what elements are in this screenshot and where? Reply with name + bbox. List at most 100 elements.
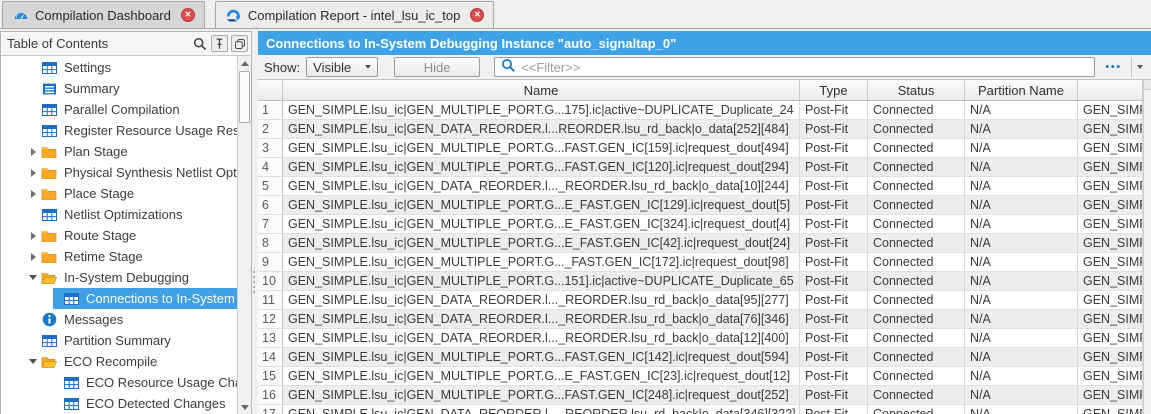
sidebar-item-parallel-compilation[interactable]: Parallel Compilation xyxy=(1,99,237,120)
table-scroll-up-icon[interactable] xyxy=(1144,80,1151,90)
table-row[interactable]: 2GEN_SIMPLE.lsu_ic|GEN_DATA_REORDER.l...… xyxy=(258,120,1143,139)
cell-type: Post-Fit xyxy=(800,158,868,176)
table-row[interactable]: 4GEN_SIMPLE.lsu_ic|GEN_MULTIPLE_PORT.G..… xyxy=(258,158,1143,177)
sidebar-item-settings[interactable]: Settings xyxy=(1,57,237,78)
cell-type: Post-Fit xyxy=(800,120,868,138)
sidebar-item-eco-recompile[interactable]: ECO Recompile xyxy=(1,351,237,372)
tab-label: Compilation Dashboard xyxy=(35,8,171,23)
chevron-down-icon[interactable] xyxy=(25,267,41,288)
table-of-contents-panel: Table of Contents SettingsSummaryParalle… xyxy=(0,31,252,414)
row-number: 10 xyxy=(258,272,283,290)
cell-status: Connected xyxy=(868,120,965,138)
toolbar-chevron-down-icon[interactable] xyxy=(1132,57,1148,77)
close-icon[interactable]: ✕ xyxy=(181,8,195,22)
table-row[interactable]: 1GEN_SIMPLE.lsu_ic|GEN_MULTIPLE_PORT.G..… xyxy=(258,101,1143,120)
sidebar-item-connections-to-in-system[interactable]: Connections to In-System xyxy=(1,288,237,309)
chevron-right-icon[interactable] xyxy=(25,162,41,183)
table-row[interactable]: 7GEN_SIMPLE.lsu_ic|GEN_MULTIPLE_PORT.G..… xyxy=(258,215,1143,234)
sidebar-item-route-stage[interactable]: Route Stage xyxy=(1,225,237,246)
float-window-icon[interactable] xyxy=(231,35,248,52)
chevron-right-icon[interactable] xyxy=(25,225,41,246)
cell-partition: N/A xyxy=(965,196,1078,214)
hide-button[interactable]: Hide xyxy=(394,57,480,77)
cell-partition: N/A xyxy=(965,405,1078,414)
sidebar-item-label: Netlist Optimizations xyxy=(64,207,182,222)
table-icon xyxy=(63,291,79,306)
sidebar-item-label: ECO Recompile xyxy=(64,354,157,369)
row-number: 17 xyxy=(258,405,283,414)
filter-input[interactable] xyxy=(521,60,1088,75)
search-icon[interactable] xyxy=(191,35,208,52)
table-row[interactable]: 9GEN_SIMPLE.lsu_ic|GEN_MULTIPLE_PORT.G..… xyxy=(258,253,1143,272)
sidebar-item-plan-stage[interactable]: Plan Stage xyxy=(1,141,237,162)
scroll-down-icon[interactable] xyxy=(238,400,251,414)
tab-compilation-report[interactable]: Compilation Report - intel_lsu_ic_top ✕ xyxy=(215,1,494,28)
show-filter-dropdown[interactable]: Visible xyxy=(306,57,378,77)
scroll-up-icon[interactable] xyxy=(238,56,251,70)
sidebar-item-label: Plan Stage xyxy=(64,144,128,159)
table-row[interactable]: 15GEN_SIMPLE.lsu_ic|GEN_MULTIPLE_PORT.G.… xyxy=(258,367,1143,386)
table-row[interactable]: 8GEN_SIMPLE.lsu_ic|GEN_MULTIPLE_PORT.G..… xyxy=(258,234,1143,253)
cell-partition: N/A xyxy=(965,386,1078,404)
table-row[interactable]: 13GEN_SIMPLE.lsu_ic|GEN_DATA_REORDER.l..… xyxy=(258,329,1143,348)
column-header-num[interactable] xyxy=(258,80,283,100)
sidebar-item-retime-stage[interactable]: Retime Stage xyxy=(1,246,237,267)
folder-icon xyxy=(41,186,57,201)
table-row[interactable]: 3GEN_SIMPLE.lsu_ic|GEN_MULTIPLE_PORT.G..… xyxy=(258,139,1143,158)
chevron-right-icon[interactable] xyxy=(25,141,41,162)
table-row[interactable]: 6GEN_SIMPLE.lsu_ic|GEN_MULTIPLE_PORT.G..… xyxy=(258,196,1143,215)
cell-partition: N/A xyxy=(965,291,1078,309)
close-icon[interactable]: ✕ xyxy=(470,8,484,22)
table-scrollbar[interactable] xyxy=(1143,80,1151,414)
sidebar-item-eco-detected-changes[interactable]: ECO Detected Changes xyxy=(1,393,237,414)
pin-icon[interactable] xyxy=(211,35,228,52)
row-number: 13 xyxy=(258,329,283,347)
cell-extra: GEN_SIMPl xyxy=(1078,101,1143,119)
cell-name: GEN_SIMPLE.lsu_ic|GEN_MULTIPLE_PORT.G...… xyxy=(283,367,800,385)
cell-name: GEN_SIMPLE.lsu_ic|GEN_MULTIPLE_PORT.G...… xyxy=(283,196,800,214)
row-number: 16 xyxy=(258,386,283,404)
row-number: 4 xyxy=(258,158,283,176)
table-row[interactable]: 12GEN_SIMPLE.lsu_ic|GEN_DATA_REORDER.l..… xyxy=(258,310,1143,329)
table-row[interactable]: 10GEN_SIMPLE.lsu_ic|GEN_MULTIPLE_PORT.G.… xyxy=(258,272,1143,291)
sidebar-item-partition-summary[interactable]: Partition Summary xyxy=(1,330,237,351)
cell-extra: GEN_SIMPl xyxy=(1078,405,1143,414)
scrollbar-thumb[interactable] xyxy=(239,71,250,123)
sidebar-scrollbar[interactable] xyxy=(237,56,251,414)
folder-icon xyxy=(41,228,57,243)
sidebar-item-eco-resource-usage-chan[interactable]: ECO Resource Usage Chan xyxy=(1,372,237,393)
table-of-contents-header: Table of Contents xyxy=(1,32,251,56)
cell-extra: GEN_SIMPl xyxy=(1078,386,1143,404)
column-header-type[interactable]: Type xyxy=(800,80,868,100)
table-body: 1GEN_SIMPLE.lsu_ic|GEN_MULTIPLE_PORT.G..… xyxy=(258,101,1143,414)
sidebar-item-in-system-debugging[interactable]: In-System Debugging xyxy=(1,267,237,288)
sidebar-item-netlist-optimizations[interactable]: Netlist Optimizations xyxy=(1,204,237,225)
table-row[interactable]: 17GEN_SIMPLE.lsu_ic|GEN_DATA_REORDER.l..… xyxy=(258,405,1143,414)
cell-extra: GEN_SIMPl xyxy=(1078,253,1143,271)
sidebar-item-summary[interactable]: Summary xyxy=(1,78,237,99)
table-row[interactable]: 5GEN_SIMPLE.lsu_ic|GEN_DATA_REORDER.l...… xyxy=(258,177,1143,196)
cell-extra: GEN_SIMPl xyxy=(1078,158,1143,176)
column-header-partition-name[interactable]: Partition Name xyxy=(965,80,1078,100)
table-row[interactable]: 14GEN_SIMPLE.lsu_ic|GEN_MULTIPLE_PORT.G.… xyxy=(258,348,1143,367)
sidebar-item-physical-synthesis-netlist-opti[interactable]: Physical Synthesis Netlist Opti xyxy=(1,162,237,183)
tab-compilation-dashboard[interactable]: Compilation Dashboard ✕ xyxy=(2,1,205,28)
column-header-name[interactable]: Name xyxy=(283,80,800,100)
table-icon xyxy=(63,396,79,411)
chevron-down-icon[interactable] xyxy=(25,351,41,372)
sidebar-item-messages[interactable]: Messages xyxy=(1,309,237,330)
sidebar-item-label: In-System Debugging xyxy=(64,270,189,285)
sidebar-item-place-stage[interactable]: Place Stage xyxy=(1,183,237,204)
column-header-extra[interactable] xyxy=(1078,80,1143,100)
chevron-right-icon[interactable] xyxy=(25,246,41,267)
chevron-right-icon[interactable] xyxy=(25,183,41,204)
cell-extra: GEN_SIMPl xyxy=(1078,291,1143,309)
cell-name: GEN_SIMPLE.lsu_ic|GEN_DATA_REORDER.l..._… xyxy=(283,329,800,347)
column-header-status[interactable]: Status xyxy=(868,80,965,100)
connections-table: NameTypeStatusPartition Name 1GEN_SIMPLE… xyxy=(258,79,1151,414)
table-row[interactable]: 16GEN_SIMPLE.lsu_ic|GEN_MULTIPLE_PORT.G.… xyxy=(258,386,1143,405)
sidebar-item-register-resource-usage-restri[interactable]: Register Resource Usage Restri xyxy=(1,120,237,141)
table-row[interactable]: 11GEN_SIMPLE.lsu_ic|GEN_DATA_REORDER.l..… xyxy=(258,291,1143,310)
more-options-button[interactable]: ••• xyxy=(1105,62,1122,73)
report-title-bar: Connections to In-System Debugging Insta… xyxy=(258,31,1151,55)
